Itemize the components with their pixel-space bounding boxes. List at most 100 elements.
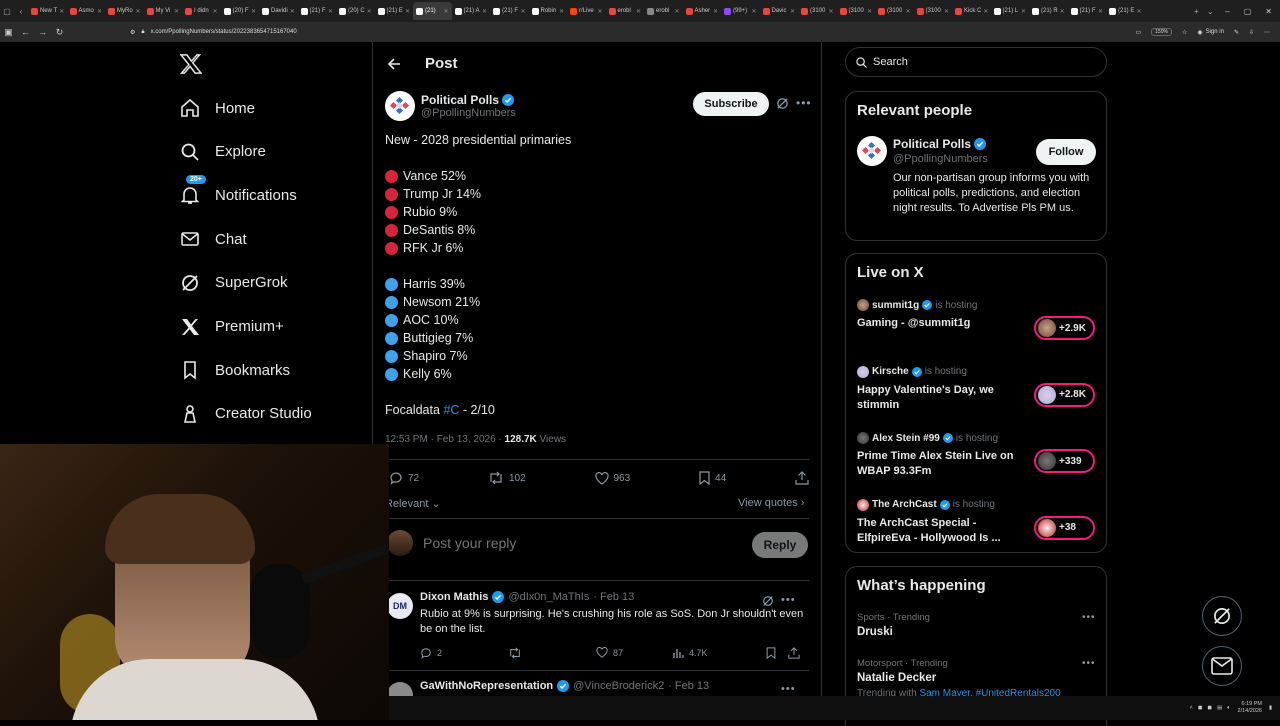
new-tab-button[interactable]: + (1189, 0, 1203, 22)
tray-app-icon[interactable]: ◼ (1198, 705, 1203, 711)
sidebar-toggle-icon[interactable]: ▣ (0, 27, 17, 38)
reply-date[interactable]: · Feb 13 (668, 680, 709, 692)
close-tab-icon[interactable]: ✕ (867, 8, 872, 15)
reply-author-handle[interactable]: @dIx0n_MaThIs (508, 591, 589, 603)
repost-action[interactable] (508, 647, 522, 659)
reader-icon[interactable]: ▭ (1135, 29, 1141, 36)
close-tab-icon[interactable]: ✕ (597, 8, 602, 15)
browser-tab[interactable]: (21) ✕ (413, 2, 452, 20)
close-tab-icon[interactable]: ✕ (443, 8, 448, 15)
close-tab-icon[interactable]: ✕ (59, 8, 64, 15)
grok-fab[interactable] (1202, 596, 1242, 636)
live-listeners-pill[interactable]: +2.8K (1034, 382, 1095, 407)
post-author[interactable]: Political Polls @PpollingNumbers (385, 91, 516, 121)
author-name[interactable]: Political Polls (421, 93, 499, 107)
close-tab-icon[interactable]: ✕ (983, 8, 988, 15)
browser-tab[interactable]: My Vi ✕ (144, 2, 183, 20)
nav-item-explore[interactable]: Explore (180, 142, 266, 162)
nav-item-creator-studio[interactable]: Creator Studio (180, 404, 312, 424)
live-listeners-pill[interactable]: +2.9K (1034, 316, 1095, 340)
trend-more-icon[interactable]: ••• (1082, 612, 1096, 623)
post-more-icon[interactable]: ••• (796, 96, 812, 110)
post-time[interactable]: 12:53 PM · Feb 13, 2026 · (385, 434, 505, 445)
close-tab-icon[interactable]: ✕ (174, 8, 179, 15)
search-input[interactable]: Search (845, 47, 1107, 77)
nav-item-home[interactable]: Home (180, 98, 255, 118)
close-tab-icon[interactable]: ✕ (1098, 8, 1103, 15)
browser-tab[interactable]: (21) E ✕ (1106, 2, 1145, 20)
maximize-button[interactable]: ▢ (1244, 7, 1252, 16)
browser-tab[interactable]: MyRo ✕ (105, 2, 144, 20)
reply-author-name[interactable]: GaWithNoRepresentation (420, 680, 553, 692)
browser-tab[interactable]: Asmo ✕ (67, 2, 106, 20)
sort-dropdown[interactable]: Relevant ⌄ (385, 497, 441, 510)
close-tab-icon[interactable]: ✕ (674, 8, 679, 15)
close-tab-icon[interactable]: ✕ (636, 8, 641, 15)
close-tab-icon[interactable]: ✕ (751, 8, 756, 15)
browser-tab[interactable]: r/Live ✕ (567, 2, 606, 20)
chevron-up-icon[interactable]: ˄ (1190, 705, 1193, 711)
host-name[interactable]: The ArchCast (872, 499, 937, 510)
follow-button[interactable]: Follow (1036, 139, 1096, 165)
zoom-indicator[interactable]: 150% (1151, 28, 1172, 36)
tab-scroll-left-icon[interactable]: ‹ (14, 0, 28, 22)
political-polls-avatar[interactable] (385, 91, 415, 121)
nav-item-notifications[interactable]: 20+ Notifications (180, 175, 297, 205)
repost-action[interactable]: 102 (488, 471, 526, 485)
browser-tab[interactable]: erobl ✕ (644, 2, 683, 20)
forward-button[interactable]: → (34, 27, 51, 37)
browser-tab[interactable]: Kick C ✕ (952, 2, 991, 20)
network-icon[interactable]: ▤ (1217, 705, 1222, 711)
trend-item[interactable]: Sports · Trending Druski ••• (857, 612, 1102, 638)
live-listeners-pill[interactable]: +38 (1034, 515, 1095, 540)
url-field[interactable]: ⚙ 🔒︎ x.com/PpollingNumbers/status/202238… (130, 29, 297, 36)
close-tab-icon[interactable]: ✕ (713, 8, 718, 15)
browser-tab[interactable]: (3100 ✕ (914, 2, 953, 20)
browser-tab[interactable]: (21) F ✕ (1068, 2, 1107, 20)
close-tab-icon[interactable]: ✕ (559, 8, 564, 15)
person-handle[interactable]: @PpollingNumbers (893, 153, 988, 165)
trend-more-icon[interactable]: ••• (1082, 658, 1096, 669)
volume-icon[interactable]: 🔈︎ (1227, 705, 1230, 712)
nav-item-premium[interactable]: Premium+ (180, 317, 284, 337)
current-user-avatar[interactable] (387, 530, 413, 556)
views-action[interactable]: 4.7K (672, 647, 708, 659)
reply-action[interactable]: 72 (389, 471, 419, 485)
nav-item-chat[interactable]: Chat (180, 229, 247, 249)
close-tab-icon[interactable]: ✕ (135, 8, 140, 15)
minimize-button[interactable]: – (1225, 7, 1229, 16)
grok-icon[interactable] (762, 595, 774, 607)
close-tab-icon[interactable]: ✕ (251, 8, 256, 15)
x-logo-icon[interactable] (180, 54, 202, 74)
hashtag-link[interactable]: #C (443, 403, 459, 417)
close-window-button[interactable]: ✕ (1265, 7, 1272, 16)
tray-app-icon[interactable]: ◼ (1207, 705, 1212, 711)
extensions-icon[interactable]: ✎ (1234, 29, 1239, 36)
reply-author-handle[interactable]: @VinceBroderick2 (573, 680, 664, 692)
bookmark-action[interactable] (766, 647, 776, 659)
person-avatar[interactable] (857, 136, 887, 166)
share-action[interactable] (795, 471, 809, 485)
author-handle[interactable]: @PpollingNumbers (421, 107, 516, 119)
browser-tab[interactable]: Asher ✕ (683, 2, 722, 20)
tab-list-icon[interactable]: ▢ (0, 0, 14, 22)
close-tab-icon[interactable]: ✕ (1136, 8, 1141, 15)
reply-button[interactable]: Reply (752, 532, 808, 558)
downloads-icon[interactable]: ⇩ (1249, 29, 1254, 36)
url-text[interactable]: x.com/PpollingNumbers/status/20223836547… (151, 29, 297, 35)
close-tab-icon[interactable]: ✕ (212, 8, 217, 15)
grok-icon[interactable] (776, 97, 789, 110)
browser-tab[interactable]: (21) A ✕ (452, 2, 491, 20)
browser-tab[interactable]: (20) C ✕ (336, 2, 375, 20)
browser-tab[interactable]: erobl ✕ (606, 2, 645, 20)
browser-tab[interactable]: (3100 ✕ (837, 2, 876, 20)
tab-search-icon[interactable]: ⌄ (1203, 0, 1217, 22)
close-tab-icon[interactable]: ✕ (405, 8, 410, 15)
favorite-star-icon[interactable]: ☆ (1182, 29, 1187, 36)
browser-tab[interactable]: (99+) ✕ (721, 2, 760, 20)
subscribe-button[interactable]: Subscribe (693, 92, 769, 116)
live-listeners-pill[interactable]: +339 (1034, 449, 1095, 473)
browser-tab[interactable]: (3100 ✕ (798, 2, 837, 20)
browser-tab[interactable]: (3100 ✕ (875, 2, 914, 20)
browser-tab[interactable]: Davidi ✕ (259, 2, 298, 20)
